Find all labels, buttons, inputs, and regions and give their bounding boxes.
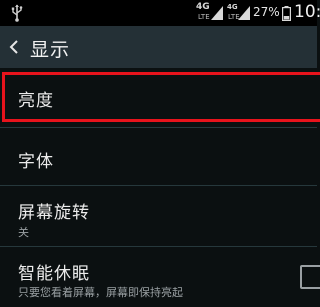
divider (0, 127, 317, 128)
smart-stay-checkbox[interactable] (300, 265, 320, 289)
battery-percent: 27% (253, 5, 280, 19)
settings-item-title: 字体 (18, 152, 54, 172)
battery-icon (282, 6, 291, 21)
page-title[interactable]: 显示 (30, 35, 70, 62)
signal-icon (211, 6, 223, 20)
settings-item-subtitle: 关 (18, 226, 29, 239)
network-type-label-2: 4G (227, 3, 238, 11)
settings-item-subtitle: 只要您看着屏幕，屏幕即保持亮起 (18, 286, 183, 299)
usb-icon (11, 4, 23, 22)
settings-item-title: 智能休眠 (18, 264, 90, 284)
settings-item-font[interactable]: 字体 (0, 136, 317, 184)
action-bar: 显示 (0, 26, 317, 68)
status-icons: 4G LTE 4G LTE 27% 10:2 (196, 0, 320, 26)
settings-item-screen-rotation[interactable]: 屏幕旋转 关 (0, 186, 317, 246)
status-bar: 4G LTE 4G LTE 27% 10:2 (0, 0, 320, 26)
settings-item-title: 屏幕旋转 (18, 203, 90, 223)
highlight-box (2, 72, 320, 122)
settings-item-smart-stay[interactable]: 智能休眠 只要您看着屏幕，屏幕即保持亮起 (0, 247, 317, 307)
network-sub-label: LTE (198, 13, 210, 21)
chevron-left-icon[interactable] (8, 39, 20, 55)
signal-icon-2 (238, 6, 250, 20)
status-time: 10:2 (294, 2, 320, 22)
network-type-label: 4G (196, 2, 210, 12)
